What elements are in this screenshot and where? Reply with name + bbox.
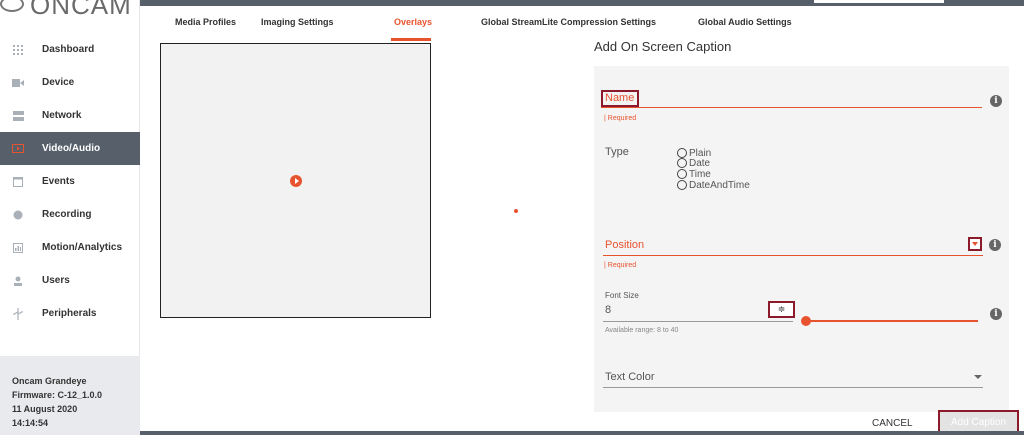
play-icon[interactable] [290,175,302,187]
font-size-input[interactable]: 8 [605,304,611,316]
radio-button[interactable] [677,148,687,158]
name-underline [601,107,982,108]
position-select[interactable]: Position [605,239,644,251]
sidebar-item-label: Video/Audio [42,143,101,154]
firmware-version: Firmware: C-12_1.0.0 [12,390,103,400]
sidebar-item-peripherals[interactable]: Peripherals [0,297,140,330]
camera-icon [12,77,24,89]
sidebar-item-video-audio[interactable]: Video/Audio [0,132,140,165]
record-dot-icon [12,209,24,221]
sidebar: ONCAM Dashboard Device Network Video/Aud… [0,0,140,435]
tab-imaging-settings[interactable]: Imaging Settings [261,17,334,27]
usb-icon [12,307,24,320]
radio-label: Date [689,157,711,169]
logo-swirl-icon [0,0,24,12]
position-underline [603,255,983,256]
calendar-icon [12,176,24,188]
sidebar-item-network[interactable]: Network [0,99,140,132]
device-info-footer: Oncam Grandeye Firmware: C-12_1.0.0 11 A… [0,356,140,435]
sidebar-item-recording[interactable]: Recording [0,198,140,231]
oncam-logo: ONCAM [0,0,140,20]
sidebar-item-label: Device [42,77,75,88]
font-size-info-icon[interactable]: i [990,308,1002,320]
video-preview[interactable] [160,43,431,318]
network-icon [12,110,24,122]
font-size-range-hint: Available range: 8 to 40 [605,327,679,334]
device-date: 11 August 2020 [12,404,78,414]
sidebar-item-label: Motion/Analytics [42,242,123,253]
type-label: Type [605,146,629,158]
sidebar-item-label: Events [42,176,75,187]
radio-label: Time [689,168,711,180]
sidebar-item-label: Dashboard [42,44,95,55]
name-info-icon[interactable]: i [990,95,1002,107]
video-icon [12,143,24,155]
name-required-text: | Required [604,115,637,122]
type-option-time[interactable]: Time [677,168,711,180]
position-info-icon[interactable]: i [989,239,1001,251]
type-option-date[interactable]: Date [677,157,711,169]
font-size-underline [603,321,793,322]
font-size-label: Font Size [605,291,639,300]
position-dropdown-button[interactable] [968,237,982,251]
font-size-stepper[interactable]: ≑ [768,301,795,318]
tab-media-profiles[interactable]: Media Profiles [175,17,236,27]
top-bar [140,0,1024,6]
radio-button[interactable] [677,169,687,179]
type-option-plain[interactable]: Plain [677,148,711,159]
font-size-slider-thumb[interactable] [801,316,811,326]
active-tab-underline [391,38,431,41]
text-color-chevron-down-icon[interactable] [974,375,982,379]
sidebar-item-events[interactable]: Events [0,165,140,198]
bar-chart-icon [12,242,24,254]
position-required-text: | Required [604,262,637,269]
sidebar-item-users[interactable]: Users [0,264,140,297]
caption-position-marker[interactable] [514,209,518,213]
top-bar-field[interactable] [814,0,944,3]
radio-label: DateAndTime [689,179,750,191]
user-icon [12,275,24,287]
dashboard-grid-icon [12,44,24,56]
sidebar-item-device[interactable]: Device [0,66,140,99]
type-option-dateandtime[interactable]: DateAndTime [677,179,750,191]
sidebar-nav: Dashboard Device Network Video/Audio Eve… [0,33,140,330]
tab-overlays[interactable]: Overlays [394,17,432,27]
sidebar-item-label: Peripherals [42,308,97,319]
device-name: Oncam Grandeye [12,376,87,386]
sidebar-item-label: Recording [42,209,92,220]
sidebar-item-label: Network [42,110,82,121]
caption-form-panel [594,66,1009,412]
tab-bar: Media Profiles Imaging Settings Overlays… [140,12,1024,41]
radio-button[interactable] [677,158,687,168]
text-color-select[interactable]: Text Color [605,371,655,383]
tab-global-audio-settings[interactable]: Global Audio Settings [698,17,792,27]
cancel-button[interactable]: CANCEL [872,418,913,429]
font-size-slider-track[interactable] [806,320,978,322]
logo-text: ONCAM [30,0,132,20]
tab-global-streamlite-compression[interactable]: Global StreamLite Compression Settings [481,17,656,27]
radio-button[interactable] [677,180,687,190]
form-title: Add On Screen Caption [594,39,732,54]
sidebar-item-dashboard[interactable]: Dashboard [0,33,140,66]
app-root: ONCAM Dashboard Device Network Video/Aud… [0,0,1024,435]
sidebar-item-label: Users [42,275,70,286]
sidebar-item-motion-analytics[interactable]: Motion/Analytics [0,231,140,264]
device-time: 14:14:54 [12,418,49,428]
text-color-underline [603,387,983,388]
bottom-bar [140,431,1024,435]
name-input[interactable]: Name [601,90,639,107]
